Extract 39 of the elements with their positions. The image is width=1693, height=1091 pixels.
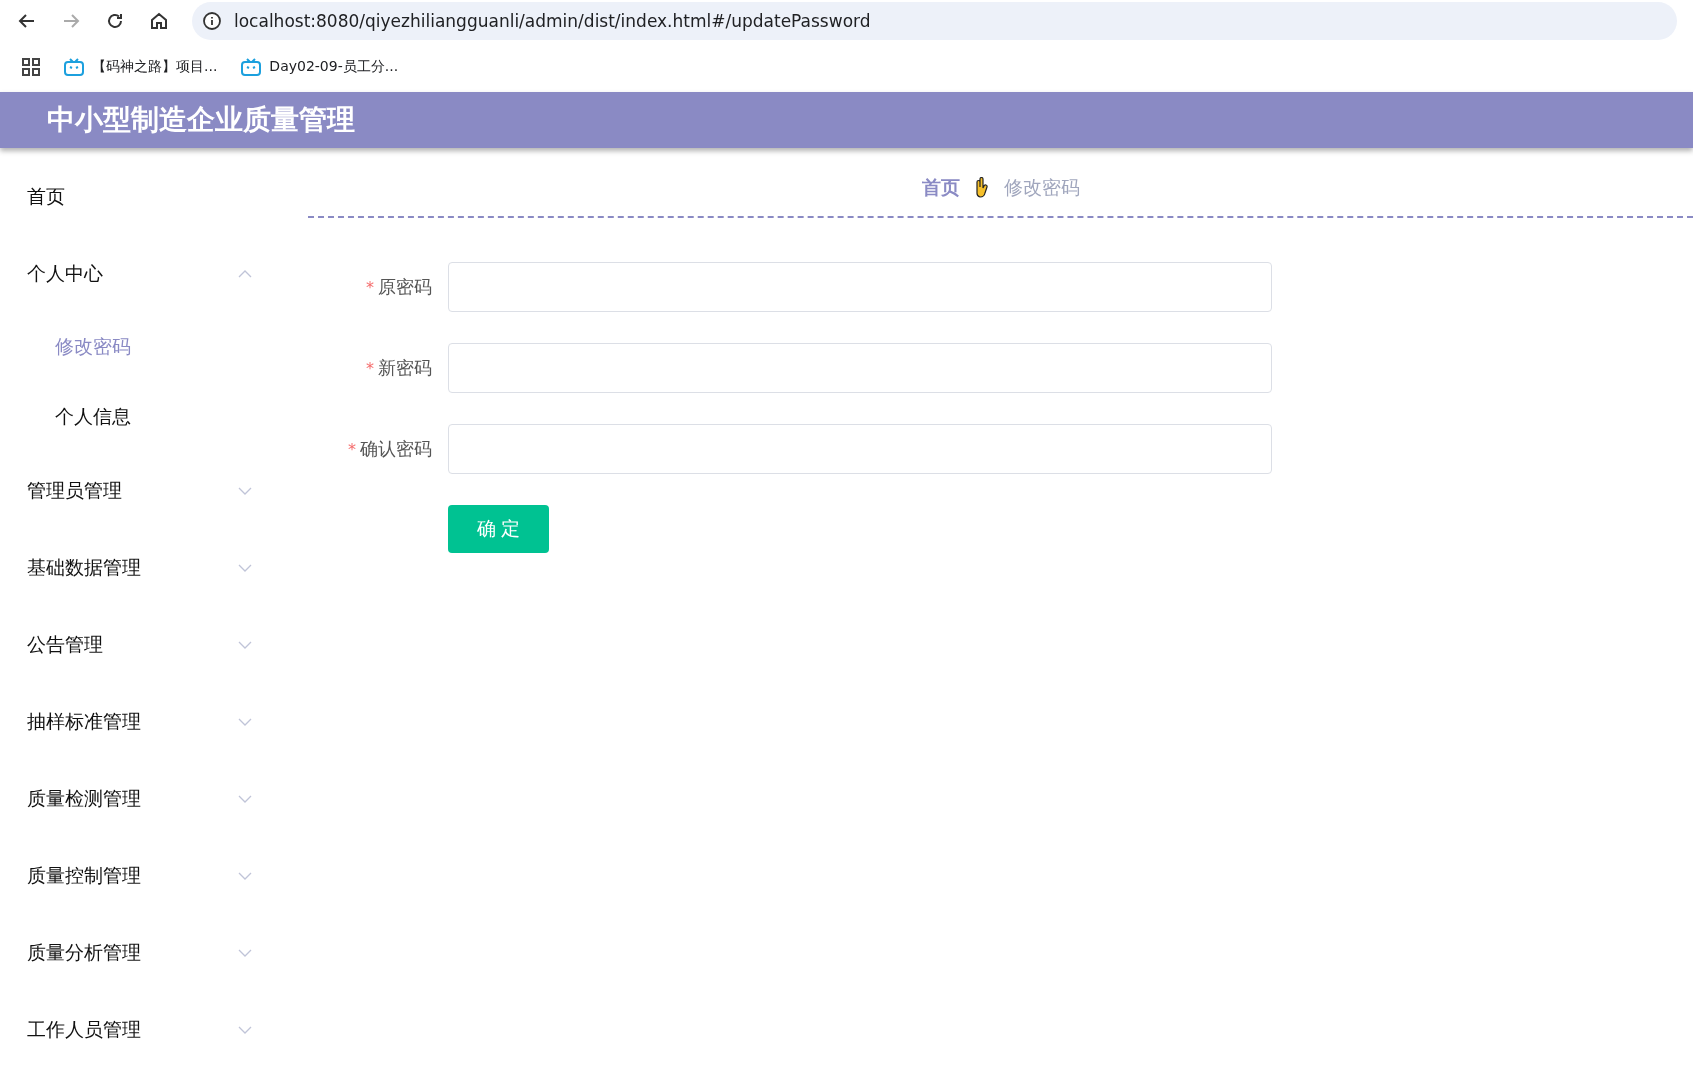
menu-item[interactable]: 质量分析管理 [0,914,280,991]
chevron-down-icon [238,486,252,495]
app-title: 中小型制造企业质量管理 [47,102,355,138]
field-label: 确认密码 [360,437,432,461]
chevron-down-icon [238,640,252,649]
tv-icon [64,58,84,76]
chevron-down-icon [238,717,252,726]
menu-item[interactable]: 抽样标准管理 [0,683,280,760]
field-label: 原密码 [378,275,432,299]
password-field[interactable] [448,424,1272,474]
menu-item[interactable]: 工作人员管理 [0,991,280,1068]
chevron-down-icon [238,871,252,880]
required-mark: * [366,358,374,378]
submenu-item[interactable]: 个人信息 [0,382,280,452]
apps-icon[interactable] [22,58,40,76]
tv-icon [241,58,262,76]
menu-item[interactable]: 公告管理 [0,606,280,683]
menu-item[interactable]: 个人中心 [0,235,280,312]
bookmark[interactable]: Day02-09-员工分... [241,58,399,76]
hand-icon [973,177,990,199]
chevron-down-icon [238,1025,252,1034]
menu-item[interactable]: 质量检测管理 [0,760,280,837]
chevron-down-icon [238,794,252,803]
password-field[interactable] [448,343,1272,393]
required-mark: * [348,439,356,459]
menu-item[interactable]: 基础数据管理 [0,529,280,606]
chevron-down-icon [238,563,252,572]
bookmark[interactable]: 【码神之路】项目... [64,58,218,76]
menu-item[interactable]: 质量控制管理 [0,837,280,914]
home-icon[interactable] [148,10,170,32]
chevron-up-icon [238,269,252,278]
address-bar[interactable]: localhost:8080/qiyezhiliangguanli/admin/dist/index.html#/updatePassword [192,2,1677,40]
menu-item[interactable]: 首页 [0,158,280,235]
field-label: 新密码 [378,356,432,380]
required-mark: * [366,277,374,297]
info-icon [202,11,222,31]
password-field[interactable] [448,262,1272,312]
chevron-down-icon [238,948,252,957]
menu-item[interactable]: 管理员管理 [0,452,280,529]
